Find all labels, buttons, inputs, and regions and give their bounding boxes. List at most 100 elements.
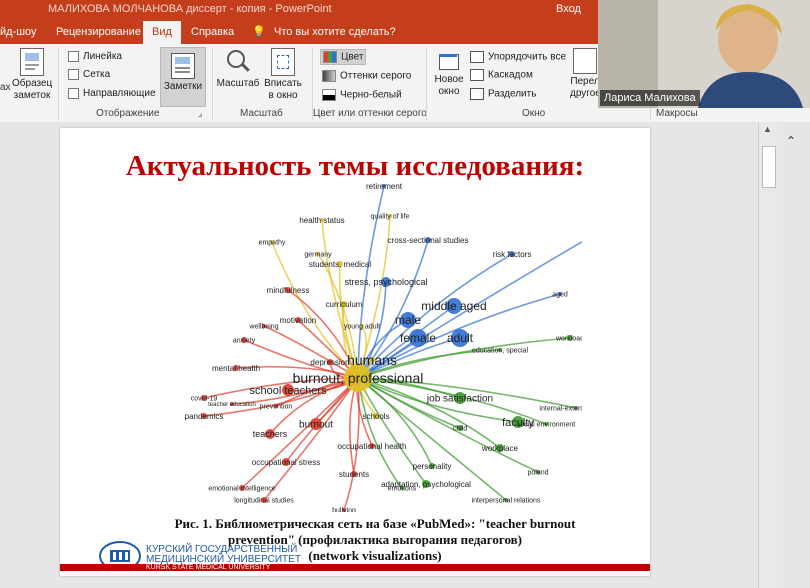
scroll-thumb[interactable] — [762, 146, 776, 188]
ruler-label: Линейка — [83, 51, 122, 63]
network-node-label: depression — [310, 358, 349, 367]
scroll-up-icon[interactable]: ▲ — [763, 124, 772, 134]
bw-label: Черно-белый — [340, 89, 402, 101]
split-icon — [470, 88, 484, 100]
arrange-all-button[interactable]: Упорядочить все — [470, 51, 566, 63]
tell-me-search[interactable]: Что вы хотите сделать? — [274, 21, 396, 44]
signin-link[interactable]: Вход — [556, 3, 581, 15]
checkbox-icon — [68, 69, 79, 80]
network-node-label: longitudinal studies — [234, 497, 294, 504]
split-button[interactable]: Разделить — [470, 88, 536, 100]
guides-checkbox[interactable]: Направляющие — [68, 88, 156, 99]
cascade-label: Каскадом — [488, 69, 533, 81]
video-tile[interactable]: Лариса Малихова — [598, 0, 810, 108]
grid-checkbox[interactable]: Сетка — [68, 69, 110, 80]
magnifier-icon — [225, 48, 251, 76]
grid-label: Сетка — [83, 69, 111, 81]
network-node-label: retirement — [366, 182, 403, 191]
slide: Актуальность темы исследования: retireme… — [60, 128, 650, 576]
network-node-label: workload — [555, 335, 582, 342]
zoom-group-label: Масштаб — [240, 108, 283, 119]
color-swatch-icon — [323, 51, 337, 63]
dialog-launcher-icon[interactable]: ⌟ — [198, 108, 202, 119]
grayscale-label: Оттенки серого — [340, 70, 412, 82]
new-window-button[interactable]: Новое окно — [430, 48, 468, 98]
network-node-label: risk factors — [493, 250, 532, 259]
zoom-label: Масштаб — [216, 78, 260, 89]
network-node-label: curriculum — [326, 300, 363, 309]
notes-master-button[interactable]: Образец заметок — [12, 48, 52, 102]
bw-swatch-icon — [322, 89, 336, 101]
arrange-all-label: Упорядочить все — [488, 51, 567, 63]
network-node-label: interpersonal relations — [472, 497, 541, 504]
bibliometric-network: retirement quality of life health status cr… — [185, 182, 582, 512]
network-node-label: school teachers — [249, 385, 327, 397]
cascade-button[interactable]: Каскадом — [470, 69, 533, 81]
network-node-label: humans — [347, 352, 397, 368]
notes-button[interactable]: Заметки — [160, 47, 206, 107]
network-node-label: germany — [304, 251, 332, 258]
network-node-label: occupational stress — [252, 458, 320, 467]
network-node-label: middle aged — [421, 299, 486, 313]
ruler-checkbox[interactable]: Линейка — [68, 51, 122, 62]
network-node-label: anxiety — [233, 337, 256, 344]
color-group-label: Цвет или оттенки серого — [313, 108, 427, 119]
university-english: KURSK STATE MEDICAL UNIVERSITY — [146, 564, 271, 571]
tab-view[interactable]: Вид — [143, 21, 181, 44]
network-node-label: empathy — [259, 239, 286, 246]
network-node-label: prevention — [260, 403, 293, 410]
split-label: Разделить — [488, 88, 537, 100]
slide-title: Актуальность темы исследования: — [125, 150, 585, 182]
network-node-label: motivation — [280, 316, 316, 325]
network-node-label: emotional intelligence — [208, 485, 275, 492]
notes-master-label: Образец заметок — [12, 78, 53, 101]
network-node-label: child — [453, 425, 468, 432]
divider — [212, 48, 213, 120]
network-node-label: burnout — [299, 420, 333, 431]
new-window-label: Новое окно — [434, 74, 464, 97]
network-node-label: adult — [447, 331, 474, 345]
network-node-label: health status — [299, 216, 344, 225]
checkbox-icon — [68, 51, 79, 62]
fit-window-label: Вписать в окно — [264, 78, 302, 101]
network-node-label: poland — [527, 469, 548, 476]
fit-window-icon — [271, 48, 295, 76]
network-node-label: aged — [552, 291, 568, 298]
bw-button[interactable]: Черно-белый — [322, 89, 402, 101]
zoom-button[interactable]: Масштаб — [216, 48, 260, 90]
tab-review[interactable]: Рецензирование — [56, 21, 141, 44]
pres-views-partial[interactable]: ах — [0, 82, 11, 93]
macros-group-label: Макросы — [656, 108, 698, 119]
network-node-label: mindfulness — [267, 286, 310, 295]
switch-label: Перел другое — [570, 76, 600, 99]
network-node-label: education, special — [472, 347, 528, 354]
network-node-label: workplace — [481, 444, 519, 453]
grayscale-swatch-icon — [322, 70, 336, 82]
network-node-label: young adult — [344, 323, 380, 330]
arrange-icon — [470, 51, 484, 63]
network-node-label: mental health — [212, 364, 260, 373]
switch-windows-icon — [573, 48, 597, 74]
tab-help[interactable]: Справка — [191, 21, 234, 44]
color-button[interactable]: Цвет — [320, 49, 367, 65]
color-label: Цвет — [341, 51, 364, 63]
network-node-label: wellbeing — [248, 323, 278, 330]
lightbulb-icon: 💡 — [252, 26, 266, 38]
collapse-ribbon-icon[interactable]: ⌃ — [786, 134, 796, 148]
network-node-label: students, medical — [309, 260, 371, 269]
network-node-label: schools — [362, 412, 389, 421]
network-node-label: male — [395, 313, 421, 327]
participant-name: Лариса Малихова — [600, 90, 700, 106]
switch-windows-button[interactable]: Перел другое — [570, 48, 600, 100]
university-name: КУРСКИЙ ГОСУДАРСТВЕННЫЙ МЕДИЦИНСКИЙ УНИВ… — [146, 545, 301, 565]
fit-window-button[interactable]: Вписать в окно — [264, 48, 302, 102]
new-window-icon — [437, 48, 461, 72]
network-node-label: internal-external control — [539, 405, 582, 412]
network-node-label: pandemics — [185, 412, 224, 421]
grayscale-button[interactable]: Оттенки серого — [322, 70, 411, 82]
vertical-scrollbar[interactable]: ▲ — [758, 122, 777, 588]
network-node-label: bullying — [332, 507, 356, 512]
tab-slideshow[interactable]: йд-шоу — [0, 21, 37, 44]
divider — [426, 48, 427, 120]
network-node-label: personality — [413, 462, 452, 471]
